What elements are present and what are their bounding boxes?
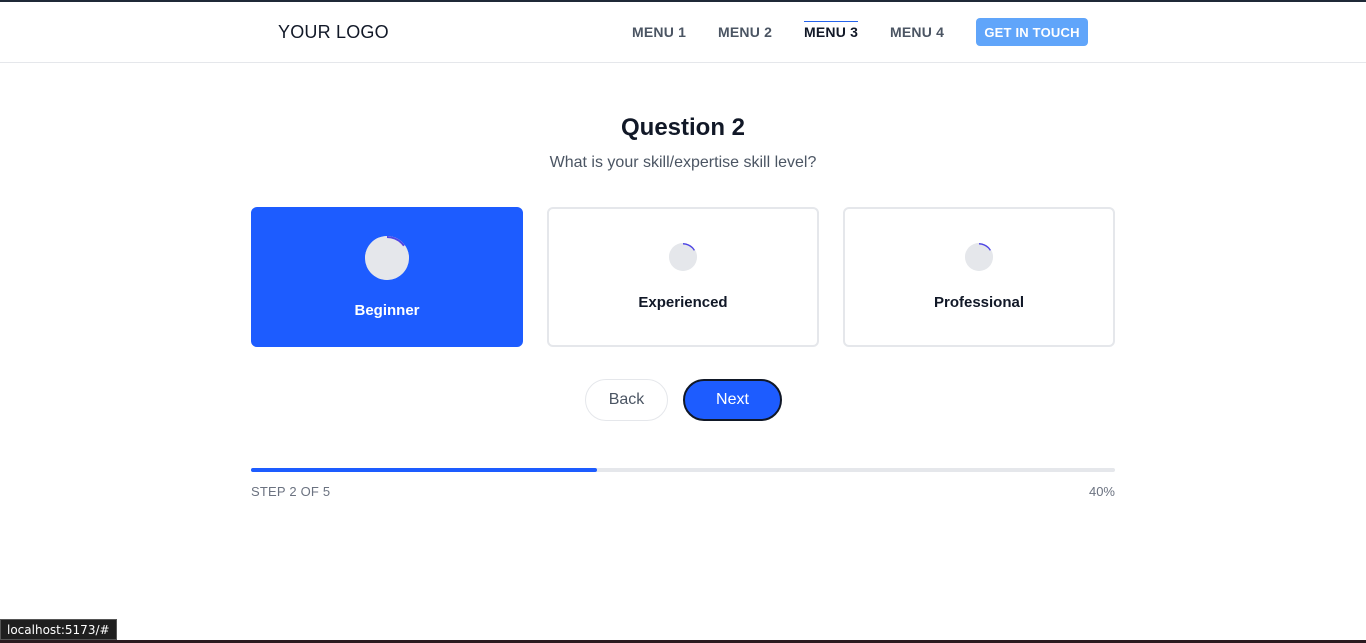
get-in-touch-button[interactable]: GET IN TOUCH <box>976 18 1088 46</box>
back-button[interactable]: Back <box>585 379 668 421</box>
nav-menu-1[interactable]: MENU 1 <box>632 24 686 40</box>
question-title: Question 2 <box>620 114 746 141</box>
option-card-experienced[interactable]: Experienced <box>547 207 819 347</box>
next-button[interactable]: Next <box>683 379 782 421</box>
nav-menu-3[interactable]: MENU 3 <box>804 21 859 40</box>
progress-fill <box>251 468 597 472</box>
step-indicator: STEP 2 OF 5 <box>251 484 331 499</box>
nav-menu-4[interactable]: MENU 4 <box>890 24 944 40</box>
site-header: YOUR LOGO MENU 1 MENU 2 MENU 3 MENU 4 GE… <box>0 2 1366 63</box>
option-card-professional[interactable]: Professional <box>843 207 1115 347</box>
status-url-tooltip: localhost:5173/# <box>0 619 117 640</box>
nav-menu-2[interactable]: MENU 2 <box>718 24 772 40</box>
spinner-icon <box>669 243 697 271</box>
spinner-icon <box>365 236 409 280</box>
question-subtitle: What is your skill/expertise skill level… <box>549 154 817 171</box>
option-label: Professional <box>933 294 1025 311</box>
site-logo[interactable]: YOUR LOGO <box>278 22 389 43</box>
progress-bar <box>251 468 1115 472</box>
option-label: Experienced <box>638 294 728 311</box>
progress-percent: 40% <box>1088 484 1115 499</box>
spinner-icon <box>965 243 993 271</box>
option-label: Beginner <box>354 302 420 319</box>
option-card-beginner[interactable]: Beginner <box>251 207 523 347</box>
